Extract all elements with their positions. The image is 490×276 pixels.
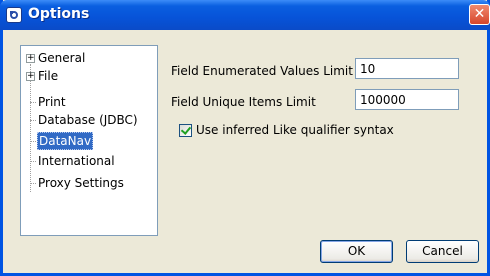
cancel-button[interactable]: Cancel bbox=[406, 240, 479, 263]
options-dialog: Options ✕ + General + File Print Databas… bbox=[0, 0, 490, 276]
tree-connector bbox=[30, 141, 36, 142]
expand-icon[interactable]: + bbox=[26, 72, 35, 81]
tree-item-label: Print bbox=[38, 95, 66, 109]
tree-item-label: DataNav bbox=[37, 132, 94, 150]
expand-icon[interactable]: + bbox=[26, 54, 35, 63]
ok-button[interactable]: OK bbox=[320, 240, 393, 263]
tree-item-label: File bbox=[38, 69, 59, 83]
tree-item-label: International bbox=[38, 154, 115, 168]
tree-connector bbox=[30, 161, 36, 162]
window-title: Options bbox=[28, 6, 90, 22]
enum-limit-input[interactable] bbox=[355, 58, 459, 79]
tree-item-label: General bbox=[38, 51, 86, 65]
tree-item-label: Database (JDBC) bbox=[38, 113, 138, 127]
enum-limit-label: Field Enumerated Values Limit bbox=[171, 64, 353, 78]
close-icon: ✕ bbox=[473, 6, 486, 22]
options-tree[interactable]: + General + File Print Database (JDBC) D… bbox=[20, 45, 158, 236]
tree-connector bbox=[30, 183, 36, 184]
inferred-like-checkbox[interactable] bbox=[179, 124, 192, 137]
close-button[interactable]: ✕ bbox=[469, 4, 490, 25]
inferred-like-label[interactable]: Use inferred Like qualifier syntax bbox=[196, 123, 394, 137]
unique-limit-label: Field Unique Items Limit bbox=[171, 95, 316, 109]
tree-connector bbox=[30, 102, 36, 103]
app-icon bbox=[6, 7, 22, 23]
tree-connector bbox=[30, 120, 36, 121]
tree-connector-line bbox=[30, 64, 31, 192]
unique-limit-input[interactable] bbox=[355, 89, 459, 110]
tree-item-label: Proxy Settings bbox=[38, 176, 124, 190]
title-bar[interactable]: Options ✕ bbox=[0, 0, 490, 30]
